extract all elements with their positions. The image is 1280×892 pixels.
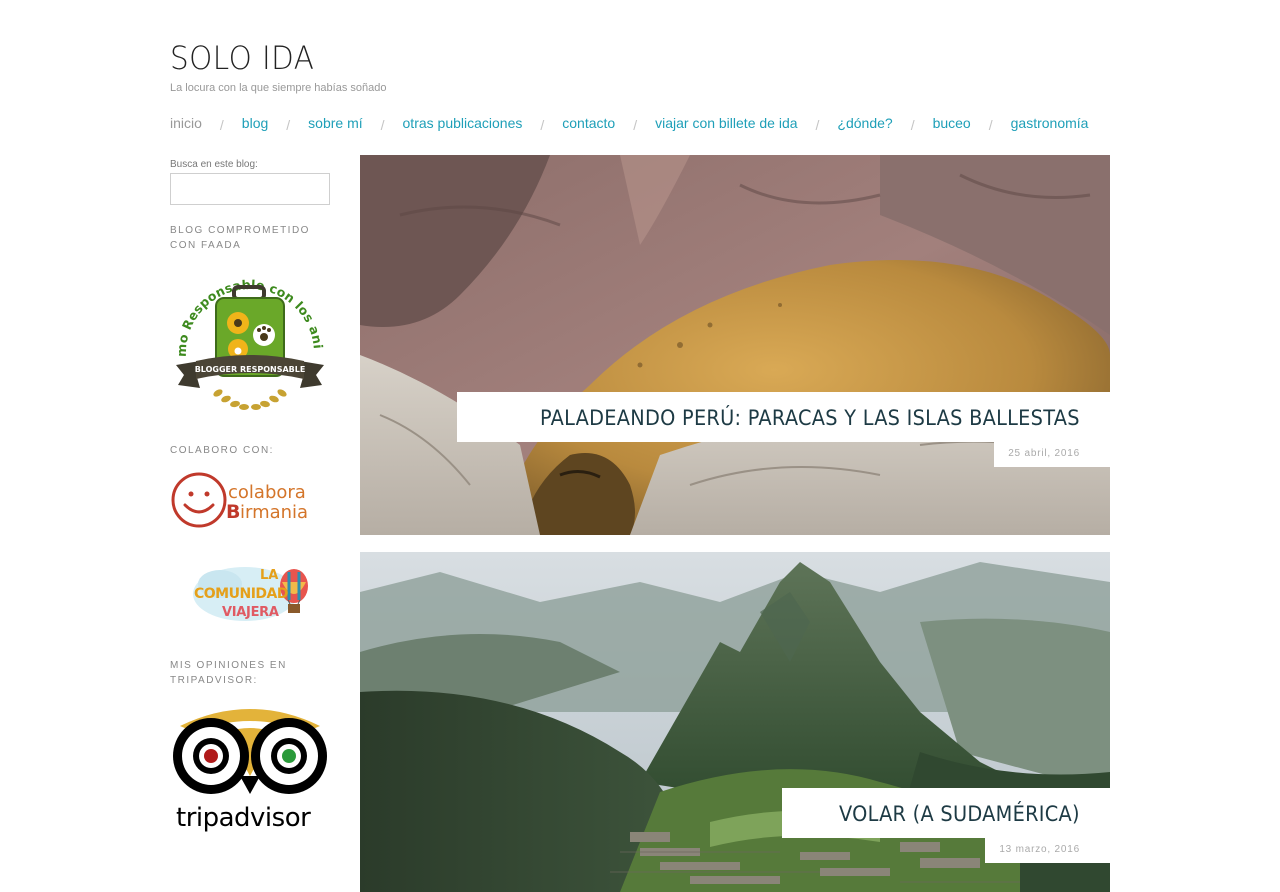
nav-separator: / [540, 117, 545, 133]
site-header: SOLO IDA La locura con la que siempre ha… [170, 38, 386, 94]
main-nav: inicio / blog / sobre mí / otras publica… [170, 112, 1088, 134]
nav-item-otras-publicaciones[interactable]: otras publicaciones [403, 115, 523, 131]
post-card[interactable]: PALADEANDO PERÚ: PARACAS Y LAS ISLAS BAL… [360, 155, 1110, 535]
nav-item-buceo[interactable]: buceo [933, 115, 971, 131]
widget-title-colaboro: COLABORO CON: [170, 445, 274, 456]
nav-item-viajar[interactable]: viajar con billete de ida [655, 115, 797, 131]
tripadvisor-logo-icon[interactable]: tripadvisor [170, 704, 330, 840]
nav-separator: / [380, 117, 385, 133]
post-title-text[interactable]: VOLAR (A SUDAMÉRICA) [839, 788, 1080, 840]
nav-separator: / [286, 117, 291, 133]
nav-item-gastronomia[interactable]: gastronomía [1011, 115, 1089, 131]
nav-separator: / [633, 117, 638, 133]
post-date: 13 marzo, 2016 [985, 838, 1110, 863]
search-label: Busca en este blog: [170, 159, 258, 170]
nav-separator: / [219, 117, 224, 133]
nav-item-contacto[interactable]: contacto [562, 115, 615, 131]
post-title[interactable]: VOLAR (A SUDAMÉRICA) [782, 788, 1110, 838]
faada-badge-icon[interactable]: Turismo Responsable con los animales BLO… [170, 271, 330, 423]
colabora-birmania-logo-icon[interactable]: colabora B irmania [170, 471, 330, 531]
nav-separator: / [910, 117, 915, 133]
comunidad-line1: LA [260, 568, 278, 583]
colabora-text: colabora [228, 482, 306, 503]
nav-item-blog[interactable]: blog [242, 115, 268, 131]
comunidad-line3: VIAJERA [222, 605, 279, 620]
tripadvisor-text: tripadvisor [176, 803, 311, 833]
sea-lion-photo[interactable] [360, 155, 1110, 535]
post-card[interactable]: VOLAR (A SUDAMÉRICA) 13 marzo, 2016 [360, 552, 1110, 892]
post-title[interactable]: PALADEANDO PERÚ: PARACAS Y LAS ISLAS BAL… [457, 392, 1110, 442]
sidebar: Busca en este blog: BLOG COMPROMETIDO CO… [170, 159, 330, 840]
widget-title-tripadvisor: MIS OPINIONES EN TRIPADVISOR: [170, 660, 287, 686]
post-date: 25 abril, 2016 [994, 442, 1110, 467]
nav-separator: / [815, 117, 820, 133]
post-title-text[interactable]: PALADEANDO PERÚ: PARACAS Y LAS ISLAS BAL… [540, 392, 1080, 444]
nav-separator: / [988, 117, 993, 133]
comunidad-line2: COMUNIDAD [194, 586, 288, 602]
nav-item-inicio[interactable]: inicio [170, 115, 202, 131]
site-title[interactable]: SOLO IDA [170, 38, 369, 78]
widget-title-faada: BLOG COMPROMETIDO CON FAADA [170, 225, 310, 251]
nav-item-sobre-mi[interactable]: sobre mí [308, 115, 362, 131]
search-input[interactable] [170, 173, 330, 205]
nav-item-donde[interactable]: ¿dónde? [837, 115, 892, 131]
site-tagline: La locura con la que siempre habías soña… [170, 82, 387, 94]
comunidad-viajera-logo-icon[interactable]: LA COMUNIDAD VIAJERA [190, 562, 315, 627]
faada-badge-banner-text: BLOGGER RESPONSABLE [195, 365, 306, 374]
colabora-initial: B [226, 501, 240, 523]
birmania-text: irmania [240, 502, 308, 523]
